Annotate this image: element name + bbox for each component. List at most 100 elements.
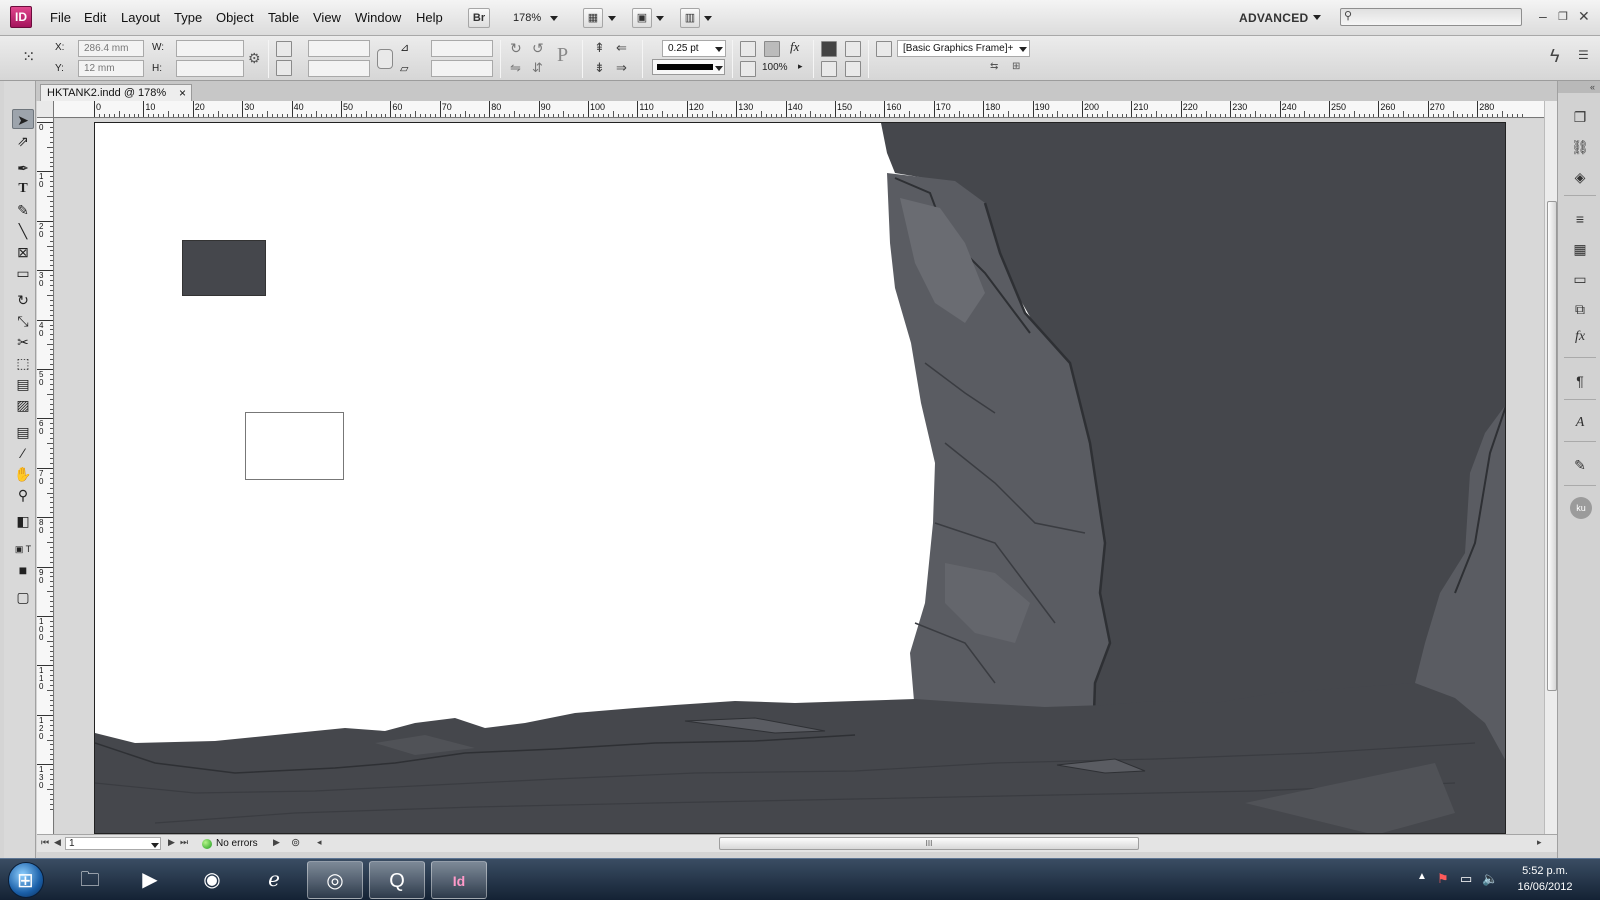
shadow-swatch-icon[interactable] xyxy=(764,41,780,57)
fill-stroke-swatch-icon[interactable]: ◧ xyxy=(12,511,34,531)
free-transform-tool-icon[interactable]: ⬚ xyxy=(12,353,34,373)
quick-apply-icon[interactable]: ϟ xyxy=(1550,46,1560,67)
center-content-icon[interactable] xyxy=(845,61,861,77)
scale-tool-icon[interactable]: ⤡ xyxy=(12,311,34,331)
pages-panel-icon[interactable]: ❐ xyxy=(1570,107,1590,127)
rectangle-tool-icon[interactable]: ▭ xyxy=(12,263,34,283)
bridge-button[interactable]: Br xyxy=(468,8,490,28)
formatting-affects-icon[interactable]: ▣ T xyxy=(12,539,34,559)
rotate-ccw-icon[interactable]: ↺ xyxy=(532,40,544,57)
stroke-weight-dropdown-icon[interactable] xyxy=(715,47,723,52)
page-dropdown-icon[interactable] xyxy=(151,843,159,848)
gradient-swatch-tool-icon[interactable]: ▤ xyxy=(12,374,34,394)
vertical-ruler[interactable]: 0 1 0 2 0 3 0 4 0 5 0 6 0 7 0 8 0 9 0 1 0 0 1 1 0 1 … xyxy=(37,118,54,834)
workspace-switcher[interactable]: ADVANCED xyxy=(1239,11,1309,25)
rectangle-frame-tool-icon[interactable]: ⊠ xyxy=(12,242,34,262)
direct-selection-tool-icon[interactable]: ⇗ xyxy=(12,131,34,151)
reference-point-icon[interactable]: ⁙ xyxy=(22,44,44,72)
document-tab[interactable]: HKTANK2.indd @ 178% × xyxy=(40,84,192,101)
arrange-documents-dropdown-icon[interactable] xyxy=(704,16,712,21)
gradient-feather-tool-icon[interactable]: ▨ xyxy=(12,395,34,415)
new-style-icon[interactable]: ⊞ xyxy=(1012,61,1020,72)
kuler-panel-icon[interactable]: ku xyxy=(1570,497,1592,519)
paragraph-styles-panel-icon[interactable]: ¶ xyxy=(1570,371,1590,391)
object-style-field[interactable]: [Basic Graphics Frame]+ xyxy=(897,40,1030,57)
line-tool-icon[interactable]: ╲ xyxy=(12,221,34,241)
pencil-tool-icon[interactable]: ✎ xyxy=(12,200,34,220)
view-options-dropdown-icon[interactable] xyxy=(608,16,616,21)
swatches-panel-icon[interactable]: ▦ xyxy=(1570,239,1590,259)
help-search-input[interactable]: ⚲ xyxy=(1340,8,1522,26)
scissors-tool-icon[interactable]: ✂ xyxy=(12,332,34,352)
horizontal-scroll-thumb[interactable]: III xyxy=(719,837,1139,850)
y-position-field[interactable]: 12 mm xyxy=(78,60,144,77)
internet-explorer-taskbar-icon[interactable]: ℯ xyxy=(246,861,302,899)
start-button-icon[interactable] xyxy=(8,862,44,898)
arrange-documents-icon[interactable]: ▥ xyxy=(680,8,700,28)
workspace-dropdown-icon[interactable] xyxy=(1313,15,1321,20)
effects-panel-icon[interactable]: fx xyxy=(1570,327,1590,347)
tab-close-icon[interactable]: × xyxy=(179,85,186,101)
layers-panel-icon[interactable]: ◈ xyxy=(1570,167,1590,187)
text-wrap-panel-icon[interactable]: ⧉ xyxy=(1570,299,1590,319)
network-icon[interactable]: ▭ xyxy=(1460,871,1472,887)
minimize-icon[interactable]: – xyxy=(1539,8,1547,24)
preflight-menu-icon[interactable]: ▶ xyxy=(273,837,280,848)
open-file-location-icon[interactable]: ⊚ xyxy=(291,836,300,849)
menu-edit[interactable]: Edit xyxy=(84,10,106,25)
hand-tool-icon[interactable]: ✋ xyxy=(12,464,34,484)
chrome-taskbar-icon[interactable]: ◎ xyxy=(307,861,363,899)
menu-file[interactable]: File xyxy=(50,10,71,25)
object-style-dropdown-icon[interactable] xyxy=(1019,47,1027,52)
rotate-tool-icon[interactable]: ↻ xyxy=(12,290,34,310)
volume-icon[interactable]: 🔈 xyxy=(1482,871,1498,887)
rotate-cw-icon[interactable]: ↻ xyxy=(510,40,522,57)
panel-menu-icon[interactable]: ☰ xyxy=(1578,48,1589,62)
select-container-icon[interactable]: ⇞ xyxy=(594,40,605,56)
opacity-arrow-icon[interactable]: ▸ xyxy=(798,61,803,72)
action-center-icon[interactable]: ⚑ xyxy=(1437,871,1449,887)
gradient-panel-icon[interactable]: ▭ xyxy=(1570,269,1590,289)
fit-frame-icon[interactable] xyxy=(821,61,837,77)
text-wrap-none-icon[interactable] xyxy=(821,41,837,57)
note-tool-icon[interactable]: ▤ xyxy=(12,422,34,442)
x-position-field[interactable]: 286.4 mm xyxy=(78,40,144,57)
scroll-right-icon[interactable]: ▸ xyxy=(1537,837,1542,848)
horizontal-ruler[interactable]: 0 10 20 30 40 50 60 70 80 90 100 110 120 130 140 150 160… xyxy=(54,101,1544,118)
shear-angle-field[interactable] xyxy=(431,60,493,77)
opacity-value[interactable]: 100% xyxy=(762,62,788,73)
next-page-icon[interactable]: ▶ xyxy=(168,837,175,848)
height-field[interactable] xyxy=(176,60,244,77)
character-styles-panel-icon[interactable]: A xyxy=(1570,413,1590,433)
menu-window[interactable]: Window xyxy=(355,10,401,25)
effects-fx-icon[interactable]: fx xyxy=(790,39,799,55)
width-field[interactable] xyxy=(176,40,244,57)
first-page-icon[interactable]: ⏮ xyxy=(41,837,49,848)
dock-collapse-icon[interactable]: « xyxy=(1558,81,1600,93)
indesign-taskbar-icon[interactable]: Id xyxy=(431,861,487,899)
scale-y-field[interactable] xyxy=(308,60,370,77)
constrain-proportions-icon[interactable]: ⚙ xyxy=(248,50,261,67)
clear-overrides-icon[interactable]: ⇆ xyxy=(990,61,998,72)
zoom-tool-icon[interactable]: ⚲ xyxy=(12,485,34,505)
previous-page-icon[interactable]: ◀ xyxy=(54,837,61,848)
link-scale-icon[interactable] xyxy=(377,49,393,69)
links-panel-icon[interactable]: ⛓ xyxy=(1570,137,1590,157)
document-page[interactable] xyxy=(94,122,1506,834)
zoom-dropdown-icon[interactable] xyxy=(550,16,558,21)
type-tool-icon[interactable]: T xyxy=(12,179,34,199)
menu-view[interactable]: View xyxy=(313,10,341,25)
media-player-taskbar-icon[interactable]: ▶ xyxy=(122,861,178,899)
page-number-field[interactable]: 1 xyxy=(65,837,161,850)
quicktime-taskbar-icon[interactable]: Q xyxy=(369,861,425,899)
stroke-panel-icon[interactable]: ≡ xyxy=(1570,209,1590,229)
eyedropper-tool-icon[interactable]: ⁄ xyxy=(12,443,34,463)
select-previous-icon[interactable]: ⇐ xyxy=(616,40,627,56)
pen-tool-icon[interactable]: ✒ xyxy=(12,158,34,178)
flip-vertical-icon[interactable]: ⇵ xyxy=(532,60,543,76)
scale-x-field[interactable] xyxy=(308,40,370,57)
text-wrap-bbox-icon[interactable] xyxy=(845,41,861,57)
show-hidden-icons-icon[interactable]: ▲ xyxy=(1417,871,1427,882)
view-options-icon[interactable]: ▦ xyxy=(583,8,603,28)
scroll-left-icon[interactable]: ◂ xyxy=(317,837,322,848)
